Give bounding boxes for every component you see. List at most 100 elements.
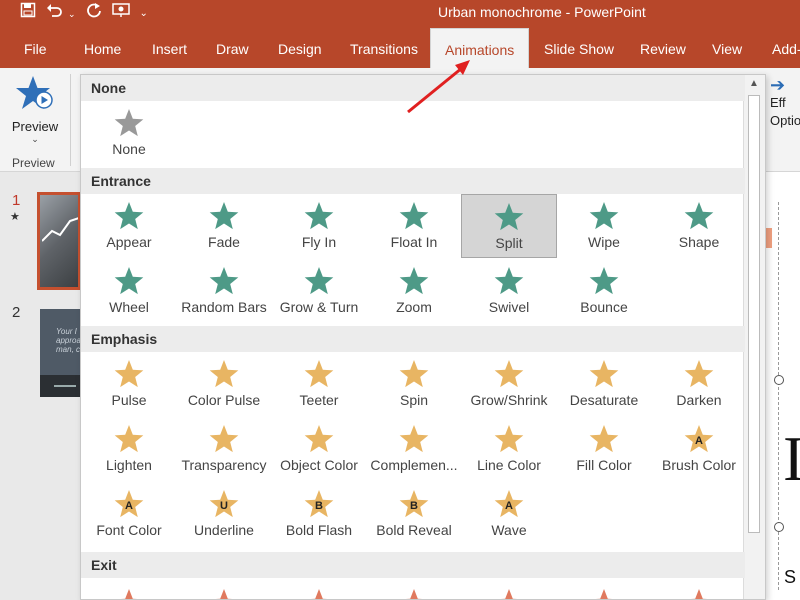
animation-grow-turn[interactable]: Grow & Turn — [271, 259, 367, 323]
animation-none[interactable]: None — [81, 101, 177, 165]
slide-number-2: 2 — [12, 304, 21, 321]
exit-star-icon[interactable] — [302, 587, 336, 600]
tab-review[interactable]: Review — [640, 28, 686, 68]
animation-teeter[interactable]: Teeter — [271, 352, 367, 416]
effect-options-button[interactable]: ➔ Eff Optio — [770, 76, 800, 130]
svg-text:A: A — [505, 500, 513, 512]
animation-label: Pulse — [111, 392, 147, 408]
animation-bounce[interactable]: Bounce — [556, 259, 652, 323]
undo-icon[interactable] — [46, 2, 64, 26]
customize-icon[interactable]: ⌄ — [140, 2, 148, 26]
animation-label: None — [112, 141, 146, 157]
animation-pulse[interactable]: Pulse — [81, 352, 177, 416]
tab-animations[interactable]: Animations — [430, 28, 530, 68]
exit-star-icon[interactable] — [207, 587, 241, 600]
animation-desaturate[interactable]: Desaturate — [556, 352, 652, 416]
animation-swivel[interactable]: Swivel — [461, 259, 557, 323]
tab-add-ins[interactable]: Add- — [772, 28, 800, 68]
animation-bold-flash[interactable]: B Bold Flash — [271, 482, 367, 546]
animation-transparency[interactable]: Transparency — [176, 417, 272, 481]
tab-insert[interactable]: Insert — [152, 28, 187, 68]
slide-subtitle-glyph: S — [784, 567, 797, 587]
star-icon — [589, 202, 619, 230]
star-icon — [209, 267, 239, 295]
animation-label: Spin — [399, 392, 429, 408]
animation-label: Grow/Shrink — [470, 392, 548, 408]
animation-darken[interactable]: Darken — [651, 352, 747, 416]
star-icon — [399, 267, 429, 295]
animation-lighten[interactable]: Lighten — [81, 417, 177, 481]
star-icon — [399, 425, 429, 453]
animation-label: Wave — [491, 522, 527, 538]
animation-shape[interactable]: Shape — [651, 194, 747, 258]
star-icon — [399, 360, 429, 388]
preview-button[interactable]: Preview ⌄ — [6, 74, 64, 145]
tab-home[interactable]: Home — [84, 28, 121, 68]
tab-design[interactable]: Design — [278, 28, 322, 68]
animation-wave[interactable]: A Wave — [461, 482, 557, 546]
slide-canvas[interactable]: I S — [766, 172, 800, 600]
present-icon[interactable] — [111, 2, 130, 26]
animation-label: Float In — [390, 234, 438, 250]
animation-brush-color[interactable]: A Brush Color — [651, 417, 747, 481]
animation-float-in[interactable]: Float In — [366, 194, 462, 258]
animation-split[interactable]: Split — [461, 194, 557, 258]
animation-label: Underline — [194, 522, 254, 538]
animation-label: Bounce — [580, 299, 628, 315]
effect-options-line1: Eff — [770, 95, 786, 110]
star-icon — [304, 360, 334, 388]
animation-label: Brush Color — [662, 457, 736, 473]
scrollbar-thumb[interactable] — [748, 95, 760, 533]
exit-star-icon[interactable] — [397, 587, 431, 600]
gallery-scrollbar[interactable]: ▲ — [743, 75, 765, 599]
animation-underline[interactable]: U Underline — [176, 482, 272, 546]
animation-wipe[interactable]: Wipe — [556, 194, 652, 258]
undo-dropdown-icon[interactable]: ⌄ — [68, 2, 76, 26]
tab-view[interactable]: View — [712, 28, 742, 68]
star-icon — [114, 360, 144, 388]
slide-thumbnail-1[interactable] — [37, 192, 81, 290]
animation-appear[interactable]: Appear — [81, 194, 177, 258]
tab-transitions[interactable]: Transitions — [350, 28, 418, 68]
star-icon — [304, 425, 334, 453]
ribbon-tabs: File Home Insert Draw Design Transitions… — [0, 28, 800, 68]
section-header-emphasis: Emphasis — [81, 326, 745, 352]
exit-star-icon[interactable] — [587, 587, 621, 600]
animation-object-color[interactable]: Object Color — [271, 417, 367, 481]
star-icon — [494, 267, 524, 295]
section-header-exit: Exit — [81, 552, 745, 578]
animation-spin[interactable]: Spin — [366, 352, 462, 416]
exit-star-icon[interactable] — [112, 587, 146, 600]
animation-color-pulse[interactable]: Color Pulse — [176, 352, 272, 416]
slide-thumbnail-2[interactable]: Your I approa man, c — [40, 309, 82, 397]
animation-bold-reveal[interactable]: B Bold Reveal — [366, 482, 462, 546]
animation-random-bars[interactable]: Random Bars — [176, 259, 272, 323]
animation-wheel[interactable]: Wheel — [81, 259, 177, 323]
tab-file[interactable]: File — [24, 28, 47, 68]
exit-star-icon[interactable] — [682, 587, 716, 600]
animation-zoom[interactable]: Zoom — [366, 259, 462, 323]
animation-label: Appear — [106, 234, 152, 250]
animation-fill-color[interactable]: Fill Color — [556, 417, 652, 481]
animation-font-color[interactable]: A Font Color — [81, 482, 177, 546]
resize-handle[interactable] — [774, 522, 784, 532]
title-bar: ⌄ ⌄ Urban monochrome - PowerPoint — [0, 0, 800, 28]
redo-icon[interactable] — [86, 2, 102, 26]
exit-star-icon[interactable] — [492, 587, 526, 600]
star-icon — [589, 425, 619, 453]
star-icon — [494, 203, 524, 231]
animation-complemen[interactable]: Complemen... — [366, 417, 462, 481]
animation-label: Split — [495, 235, 523, 251]
star-icon: U — [209, 490, 239, 518]
animation-fly-in[interactable]: Fly In — [271, 194, 367, 258]
star-icon: B — [304, 490, 334, 518]
resize-handle[interactable] — [774, 375, 784, 385]
tab-draw[interactable]: Draw — [216, 28, 249, 68]
animation-grow-shrink[interactable]: Grow/Shrink — [461, 352, 557, 416]
save-icon[interactable] — [20, 2, 36, 26]
star-icon — [304, 202, 334, 230]
tab-slide-show[interactable]: Slide Show — [544, 28, 614, 68]
animation-line-color[interactable]: Line Color — [461, 417, 557, 481]
scroll-up-icon[interactable]: ▲ — [749, 78, 759, 89]
animation-fade[interactable]: Fade — [176, 194, 272, 258]
